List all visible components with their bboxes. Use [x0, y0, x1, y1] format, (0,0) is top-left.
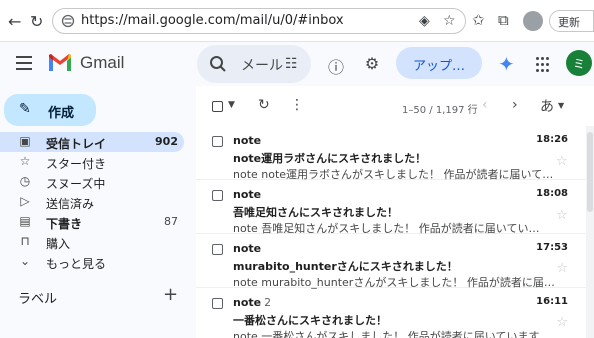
reading-list-icon[interactable]: ✩	[472, 11, 485, 29]
bookmark-star-icon[interactable]: ☆	[443, 13, 456, 29]
email-row[interactable]: note 18:26 note運用ラボさんにスキされました！ note note…	[196, 126, 588, 181]
email-row[interactable]: note 2 16:11 一番松さんにスキされました！ note 一番松さんがスキ…	[196, 288, 588, 338]
sidebar-item-label: スヌーズ中	[46, 177, 106, 191]
url-text[interactable]: https://mail.google.com/mail/u/0/#inbox	[81, 13, 344, 28]
send-icon: ▷	[20, 194, 30, 208]
clock-icon: ◷	[19, 174, 31, 188]
email-row[interactable]: note 17:53 murabito_hunterさんにスキされました！ no…	[196, 234, 588, 289]
email-sender: note	[233, 188, 262, 201]
sidebar-item-inbox[interactable]: ▣ 受信トレイ 902	[0, 132, 184, 152]
email-subject: 一番松さんにスキされました！	[233, 314, 387, 327]
profile-avatar[interactable]	[523, 11, 543, 31]
row-checkbox[interactable]	[212, 244, 223, 255]
more-options-icon[interactable]: ⋮	[290, 97, 304, 113]
email-subject: 吾唯足知さんにスキされました！	[233, 206, 398, 219]
brand-name[interactable]: Gmail	[80, 53, 124, 73]
refresh-icon[interactable]: ↻	[258, 97, 270, 113]
sidebar-item-label: 購入	[46, 237, 71, 251]
help-icon[interactable]: ⓘ	[326, 54, 346, 77]
sidebar-item-label: 下書き	[46, 217, 83, 231]
search-options-icon[interactable]: ☷	[285, 56, 298, 72]
unread-count: 902	[155, 135, 178, 148]
draft-count: 87	[164, 215, 178, 228]
sidebar-item-drafts[interactable]: ▤ 下書き 87	[0, 212, 184, 232]
pagination-info: 1–50 / 1,197 行	[402, 105, 478, 116]
next-page-icon[interactable]: ›	[512, 97, 518, 113]
email-time: 17:53	[536, 242, 568, 253]
main-menu-icon[interactable]	[16, 56, 32, 70]
sidebar-item-label: 送信済み	[46, 197, 95, 211]
search-icon[interactable]	[209, 55, 227, 73]
email-time: 16:11	[536, 296, 568, 307]
update-button[interactable]: 更新	[549, 10, 594, 32]
select-all-checkbox[interactable]	[212, 101, 223, 112]
sidebar-item-label: もっと見る	[46, 257, 107, 271]
email-snippet: note 一番松さんがスキしました！ 作品が読者に届いています…	[233, 330, 551, 338]
upgrade-button[interactable]: アップ…	[396, 47, 482, 79]
browser-toolbar: ← ↻ https://mail.google.com/mail/u/0/#in…	[0, 0, 594, 42]
star-toggle-icon[interactable]: ☆	[556, 208, 574, 223]
input-tools-button[interactable]: あ	[540, 96, 554, 116]
settings-gear-icon[interactable]: ⚙	[362, 54, 382, 74]
reload-icon[interactable]: ↻	[30, 12, 43, 31]
labels-heading: ラベル	[18, 292, 58, 307]
gmail-logo-icon[interactable]	[48, 54, 72, 72]
star-toggle-icon[interactable]: ☆	[556, 154, 574, 169]
sidebar-item-starred[interactable]: ☆ スター付き	[0, 152, 184, 172]
add-label-icon[interactable]: +	[163, 284, 178, 305]
star-toggle-icon[interactable]: ☆	[556, 315, 568, 330]
compose-button[interactable]: ✎ 作成	[4, 94, 96, 126]
gemini-sparkle-icon[interactable]: ✦	[498, 52, 515, 76]
email-sender: note	[233, 134, 262, 147]
email-time: 18:26	[536, 134, 568, 145]
list-toolbar: ▼ ↻ ⋮ 1–50 / 1,197 行 ‹ › あ ▼	[196, 86, 594, 126]
sidebar-item-label: 受信トレイ	[46, 137, 107, 151]
message-list-pane: ▼ ↻ ⋮ 1–50 / 1,197 行 ‹ › あ ▼ note 18:26 …	[196, 86, 594, 338]
sidebar-item-purchases[interactable]: ⊓ 購入	[0, 232, 184, 252]
bag-icon: ⊓	[20, 234, 30, 248]
draft-icon: ▤	[19, 214, 31, 228]
email-time: 18:08	[536, 188, 568, 199]
gmail-header: Gmail メール ☷ ⓘ ⚙ アップ… ✦ ミ	[0, 42, 594, 86]
list-scrollbar[interactable]	[586, 126, 594, 338]
input-tools-caret-icon[interactable]: ▼	[558, 101, 564, 110]
extensions-icon[interactable]: ⧉	[498, 11, 509, 29]
row-checkbox[interactable]	[212, 298, 223, 309]
select-menu-caret-icon[interactable]: ▼	[228, 100, 235, 110]
star-toggle-icon[interactable]: ☆	[556, 261, 568, 276]
sidebar-item-sent[interactable]: ▷ 送信済み	[0, 192, 184, 212]
email-sender: note 2	[233, 296, 272, 309]
email-subject: murabito_hunterさんにスキされました！	[233, 260, 458, 273]
translate-icon[interactable]: ◈	[419, 13, 430, 29]
row-checkbox[interactable]	[212, 136, 223, 147]
email-subject: note運用ラボさんにスキされました！	[233, 152, 427, 165]
row-checkbox[interactable]	[212, 190, 223, 201]
search-input[interactable]: メール	[241, 55, 283, 75]
site-info-icon[interactable]	[61, 14, 75, 28]
sidebar-item-more[interactable]: ⌄ もっと見る	[0, 252, 184, 272]
compose-label: 作成	[48, 106, 75, 121]
pencil-icon: ✎	[19, 101, 31, 117]
address-bar[interactable]: https://mail.google.com/mail/u/0/#inbox …	[52, 8, 466, 34]
inbox-icon: ▣	[19, 134, 31, 148]
search-bar[interactable]: メール ☷	[197, 45, 311, 83]
prev-page-icon[interactable]: ‹	[482, 97, 488, 113]
sidebar: ✎ 作成 ▣ 受信トレイ 902 ☆ スター付き ◷ スヌーズ中 ▷ 送信済み …	[0, 86, 196, 338]
email-sender: note	[233, 242, 262, 255]
account-avatar[interactable]: ミ	[566, 50, 592, 76]
google-apps-icon[interactable]	[536, 56, 552, 72]
sidebar-item-snoozed[interactable]: ◷ スヌーズ中	[0, 172, 184, 192]
email-row[interactable]: note 18:08 吾唯足知さんにスキされました！ note 吾唯足知さんがス…	[196, 180, 588, 235]
chevron-down-icon: ⌄	[19, 254, 31, 268]
star-icon: ☆	[19, 154, 31, 168]
scrollbar-thumb[interactable]	[587, 132, 593, 212]
back-arrow-icon[interactable]: ←	[8, 12, 21, 31]
sidebar-item-label: スター付き	[46, 157, 107, 171]
